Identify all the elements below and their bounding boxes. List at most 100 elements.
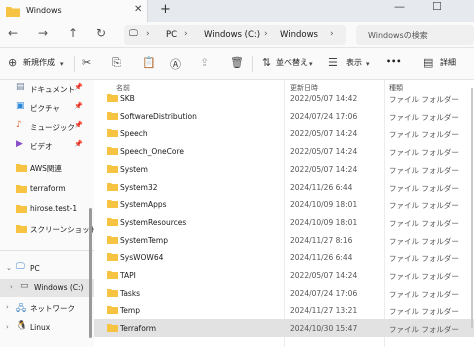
rename-icon[interactable]: Ⓐ <box>170 56 181 72</box>
folder-icon <box>107 94 118 102</box>
chevron-down-icon[interactable]: ▾ <box>366 60 370 68</box>
list-item[interactable]: SysWOW64 2024/11/26 6:44 ファイル フォルダー <box>94 248 474 266</box>
file-type: ファイル フォルダー <box>389 289 459 299</box>
chevron-right-icon: › <box>184 29 188 39</box>
sidebar-item-aws[interactable]: AWS関連 <box>0 159 94 177</box>
list-item[interactable]: Tasks 2024/07/24 17:06 ファイル フォルダー <box>94 284 474 302</box>
pin-icon: 📌 <box>74 102 83 110</box>
list-item[interactable]: Temp 2024/11/27 13:21 ファイル フォルダー <box>94 301 474 319</box>
chevron-down-icon[interactable]: ▾ <box>60 60 64 68</box>
file-type: ファイル フォルダー <box>389 201 459 211</box>
paste-icon[interactable]: 📋 <box>142 56 156 69</box>
file-type: ファイル フォルダー <box>389 148 459 158</box>
new-button[interactable]: 新規作成 <box>23 57 55 68</box>
sidebar-item-pictures[interactable]: ▣ ピクチャ 📌 <box>0 99 94 117</box>
divider <box>74 56 75 72</box>
command-bar: ⊕ 新規作成 ▾ ✂ ⎘ 📋 Ⓐ ⇪ 🗑 ⇅ 並べ替え ▾ ☰ 表示 ▾ •••… <box>0 48 474 80</box>
sidebar-item-label: ドキュメント <box>30 85 75 94</box>
file-date: 2024/11/26 6:44 <box>290 182 353 192</box>
file-type: ファイル フォルダー <box>389 325 459 335</box>
vertical-scrollbar[interactable] <box>471 88 473 328</box>
view-button[interactable]: 表示 <box>346 57 362 68</box>
sidebar-item-videos[interactable]: ▶ ビデオ 📌 <box>0 137 94 155</box>
file-date: 2022/05/07 14:42 <box>290 94 358 103</box>
share-icon[interactable]: ⇪ <box>200 56 209 69</box>
delete-icon[interactable]: 🗑 <box>230 56 244 69</box>
list-item[interactable]: Speech_OneCore 2022/05/07 14:24 ファイル フォルダー <box>94 142 474 160</box>
list-item[interactable]: SystemApps 2024/10/09 18:01 ファイル フォルダー <box>94 195 474 213</box>
file-date: 2024/10/30 15:47 <box>290 324 358 334</box>
file-date: 2024/10/09 18:01 <box>290 200 358 210</box>
pc-icon: 🖵 <box>129 29 138 39</box>
maximize-icon[interactable]: ☐ <box>432 0 442 13</box>
refresh-icon[interactable]: ↻ <box>96 26 106 40</box>
file-type: ファイル フォルダー <box>389 183 459 193</box>
sidebar-item-music[interactable]: ♪ ミュージック 📌 <box>0 118 94 136</box>
minimize-icon[interactable]: — <box>394 0 405 13</box>
sidebar-item-screenshots[interactable]: スクリーンショット <box>0 220 97 238</box>
sidebar-item-label: ピクチャ <box>30 104 60 113</box>
forward-icon[interactable]: → <box>38 26 48 40</box>
list-item[interactable]: Terraform 2024/10/30 15:47 ファイル フォルダー <box>94 319 474 338</box>
file-date: 2022/05/07 14:24 <box>290 147 358 157</box>
chevron-right-icon[interactable]: › <box>6 323 9 331</box>
sidebar-item-label: ミュージック <box>30 123 75 132</box>
file-name: TAPI <box>120 271 136 280</box>
chevron-down-icon[interactable]: ⌄ <box>6 264 12 272</box>
sidebar-item-drive-c[interactable]: › ▭ Windows (C:) <box>0 279 94 297</box>
sidebar-item-terraform[interactable]: terraform <box>0 180 94 198</box>
breadcrumb-windows[interactable]: Windows <box>280 30 318 40</box>
folder-icon <box>16 164 27 172</box>
list-item[interactable]: System 2022/05/07 14:24 ファイル フォルダー <box>94 160 474 178</box>
list-item[interactable]: System32 2024/11/26 6:44 ファイル フォルダー <box>94 178 474 196</box>
file-type: ファイル フォルダー <box>389 218 459 228</box>
copy-icon[interactable]: ⎘ <box>112 56 121 70</box>
address-bar[interactable]: 🖵 › PC › Windows (C:) › Windows › <box>124 25 346 45</box>
more-options-button[interactable]: ••• <box>386 57 401 66</box>
sidebar-item-linux[interactable]: › 🐧 Linux <box>0 319 94 337</box>
folder-icon <box>107 182 118 191</box>
details-button[interactable]: 詳細 <box>440 57 456 68</box>
sidebar-item-documents[interactable]: ▤ ドキュメント 📌 <box>0 80 94 98</box>
file-name: System32 <box>120 182 158 192</box>
sort-button[interactable]: 並べ替え <box>276 57 308 68</box>
folder-icon <box>107 129 118 138</box>
cut-icon[interactable]: ✂ <box>82 56 91 69</box>
details-pane-icon: ▤ <box>423 56 434 69</box>
breadcrumb-drive[interactable]: Windows (C:) <box>204 30 260 40</box>
file-date: 2022/05/07 14:24 <box>290 129 358 139</box>
new-tab-button[interactable]: + <box>160 2 171 17</box>
sidebar-item-network[interactable]: › 🖧 ネットワーク <box>0 299 94 317</box>
folder-icon <box>6 7 20 17</box>
file-date: 2024/07/24 17:06 <box>290 288 358 298</box>
network-icon: 🖧 <box>16 304 27 314</box>
address-row: ← → ↑ ↻ 🖵 › PC › Windows (C:) › Windows … <box>0 22 474 48</box>
up-icon[interactable]: ↑ <box>68 26 78 40</box>
sidebar-scrollbar[interactable] <box>89 208 92 338</box>
file-date: 2022/05/07 14:24 <box>290 271 358 280</box>
chevron-down-icon[interactable]: ▾ <box>309 60 313 68</box>
file-type: ファイル フォルダー <box>389 130 459 140</box>
list-item[interactable]: SystemTemp 2024/11/27 8:16 ファイル フォルダー <box>94 231 474 249</box>
chevron-right-icon[interactable]: › <box>6 303 9 311</box>
sidebar-item-pc[interactable]: ⌄ 🖵 PC <box>0 260 94 278</box>
sidebar-item-label: ビデオ <box>30 142 53 151</box>
tab-windows[interactable]: Windows ✕ <box>0 0 148 22</box>
list-item[interactable]: SystemResources 2024/10/09 18:01 ファイル フォルダ… <box>94 213 474 231</box>
list-item[interactable]: SKB 2022/05/07 14:42 ファイル フォルダー <box>94 89 474 107</box>
sidebar-item-hirose-test[interactable]: hirose.test-1 <box>0 200 94 218</box>
tab-title: Windows <box>26 6 62 15</box>
folder-icon <box>107 306 118 315</box>
list-item[interactable]: SoftwareDistribution 2024/07/24 17:06 ファイル… <box>94 107 474 125</box>
sidebar-item-label: Linux <box>30 323 51 332</box>
sidebar-item-label: hirose.test-1 <box>30 204 78 213</box>
sidebar-item-label: ネットワーク <box>30 304 75 313</box>
folder-icon <box>16 205 27 213</box>
search-input[interactable]: Windowsの検索 <box>356 25 474 45</box>
list-item[interactable]: Speech 2022/05/07 14:24 ファイル フォルダー <box>94 124 474 142</box>
chevron-right-icon[interactable]: › <box>10 283 13 291</box>
back-icon[interactable]: ← <box>8 26 18 40</box>
list-item[interactable]: TAPI 2022/05/07 14:24 ファイル フォルダー <box>94 266 474 284</box>
breadcrumb-pc[interactable]: PC <box>166 30 177 40</box>
close-tab-icon[interactable]: ✕ <box>134 4 142 15</box>
